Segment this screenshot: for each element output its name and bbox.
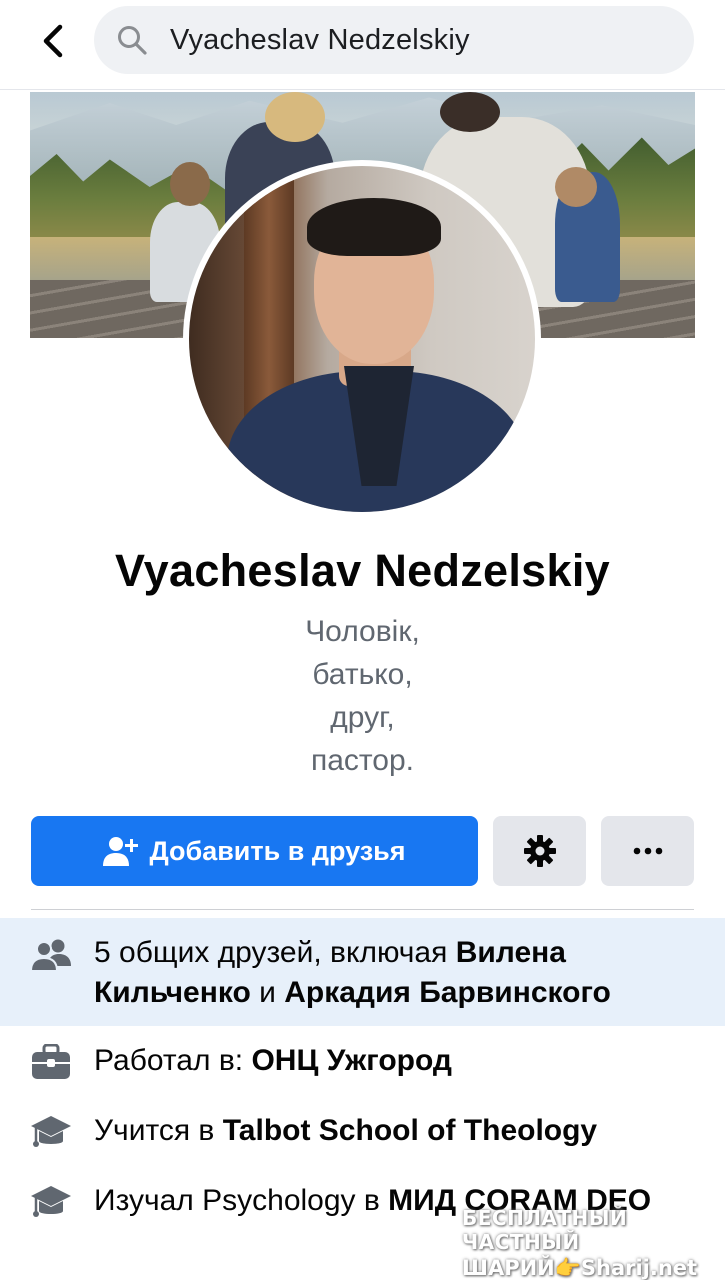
watermark-line: ШАРИЙ👉Sharij.net xyxy=(462,1256,698,1280)
search-icon xyxy=(116,24,148,56)
mutual-friends-prefix: 5 общих друзей, включая xyxy=(94,936,456,969)
workplace-link[interactable]: ОНЦ Ужгород xyxy=(251,1044,452,1077)
study-prefix: Учится в xyxy=(94,1114,223,1147)
back-button[interactable] xyxy=(30,18,76,64)
add-friend-button[interactable]: Добавить в друзья xyxy=(31,816,478,886)
profile-page: Vyacheslav Nedzelskiy Vyacheslav Nedzels… xyxy=(0,0,725,1280)
profile-bio: Чоловік, батько, друг, пастор. xyxy=(0,610,725,782)
add-friend-icon xyxy=(103,837,139,866)
more-options-button[interactable] xyxy=(601,816,694,886)
school-link[interactable]: Talbot School of Theology xyxy=(223,1114,597,1147)
profile-avatar[interactable] xyxy=(189,166,535,512)
friends-icon xyxy=(30,934,72,976)
graduation-cap-icon xyxy=(30,1181,72,1223)
study-info: Учится в Talbot School of Theology xyxy=(94,1111,694,1151)
watermark: БЕСПЛАТНЫЙ ЧАСТНЫЙ ШАРИЙ👉Sharij.net xyxy=(462,1206,712,1280)
top-bar: Vyacheslav Nedzelskiy xyxy=(0,0,725,90)
search-input[interactable]: Vyacheslav Nedzelskiy xyxy=(94,6,694,74)
bio-line: батько, xyxy=(312,658,413,691)
more-icon xyxy=(633,847,662,855)
studied-prefix: Изучал Psychology в xyxy=(94,1184,389,1217)
briefcase-icon xyxy=(30,1041,72,1083)
profile-name: Vyacheslav Nedzelskiy xyxy=(115,545,610,596)
work-info: Работал в: ОНЦ Ужгород xyxy=(94,1041,694,1081)
bio-line: Чоловік, xyxy=(305,615,420,648)
search-query: Vyacheslav Nedzelskiy xyxy=(170,23,470,56)
graduation-cap-icon xyxy=(30,1111,72,1153)
gear-icon xyxy=(523,835,556,867)
mutual-friends-text: 5 общих друзей, включая Вилена Кильченко… xyxy=(94,933,694,1013)
mutual-friends-row[interactable]: 5 общих друзей, включая Вилена Кильченко… xyxy=(0,918,725,1026)
add-friend-label: Добавить в друзья xyxy=(149,835,406,866)
watermark-line: БЕСПЛАТНЫЙ ЧАСТНЫЙ xyxy=(462,1206,628,1254)
work-prefix: Работал в: xyxy=(94,1044,252,1077)
bio-line: друг, xyxy=(330,701,395,734)
divider xyxy=(31,909,694,910)
settings-button[interactable] xyxy=(493,816,586,886)
mutual-friends-connector: и xyxy=(250,976,285,1009)
mutual-friend-link[interactable]: Аркадия Барвинского xyxy=(284,976,611,1009)
bio-line: пастор. xyxy=(310,744,415,777)
chevron-left-icon xyxy=(43,24,63,58)
